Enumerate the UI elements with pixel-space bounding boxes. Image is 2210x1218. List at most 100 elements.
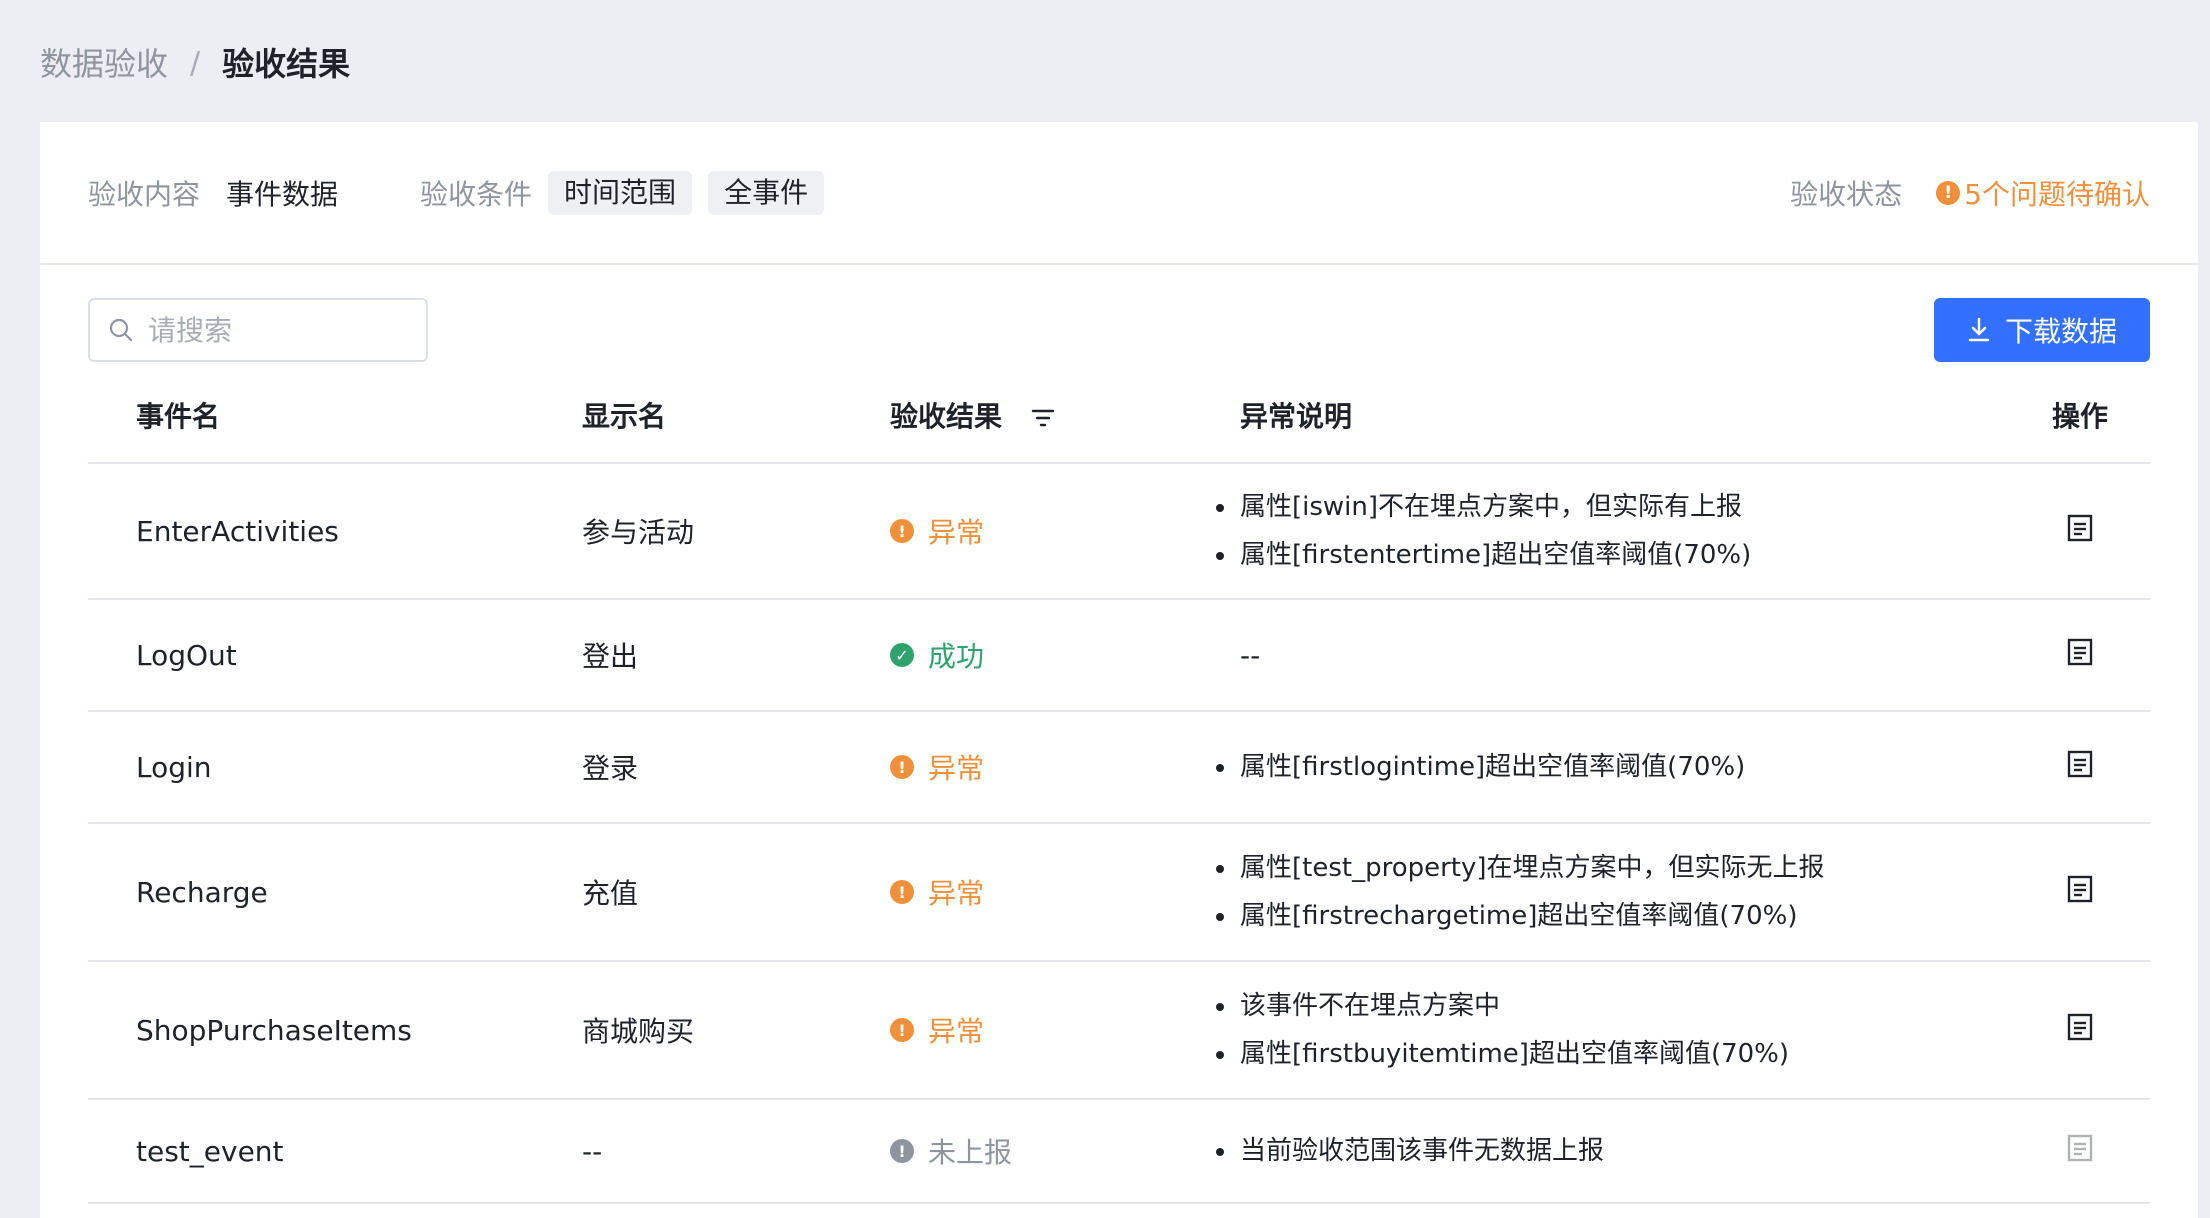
cell-display-name: 登出 [582, 599, 890, 712]
breadcrumb-parent-link[interactable]: 数据验收 [40, 42, 168, 86]
detail-icon[interactable] [2067, 638, 2093, 666]
description-item: 属性[firstentertime]超出空值率阈值(70%) [1216, 531, 2010, 579]
detail-icon [2067, 1134, 2093, 1161]
result-card: 验收内容 事件数据 验收条件 时间范围 全事件 验收状态 ! 5个问题待确认 请… [40, 122, 2198, 1218]
cell-event-name: ShopPurchaseItems [88, 961, 582, 1100]
cell-result: ✓ 成功 [890, 599, 1240, 712]
description-list: 属性[iswin]不在埋点方案中，但实际有上报 属性[firstentertime… [1216, 483, 2010, 579]
status-group: 验收状态 ! 5个问题待确认 [1790, 122, 2150, 263]
description-item: 属性[test_property]在埋点方案中，但实际无上报 [1216, 844, 2010, 892]
warning-icon: ! [890, 1018, 914, 1042]
description-list: 该事件不在埋点方案中 属性[firstbuyitemtime]超出空值率阈值(70… [1216, 982, 2010, 1078]
warning-icon: ! [890, 755, 914, 779]
header-result-label: 验收结果 [890, 399, 1003, 433]
header-event-name: 事件名 [88, 367, 582, 464]
description-list: 属性[firstlogintime]超出空值率阈值(70%) [1216, 743, 2010, 791]
detail-icon[interactable] [2067, 750, 2093, 778]
result-status: ✓ 成功 [890, 635, 1240, 675]
result-label: 异常 [928, 877, 985, 910]
status-value: 5个问题待确认 [1964, 177, 2150, 211]
cell-operation [2010, 463, 2150, 600]
download-data-button[interactable]: 下载数据 [1934, 298, 2150, 362]
result-status: ! 异常 [890, 747, 1240, 787]
detail-icon[interactable] [2067, 1013, 2093, 1041]
search-box[interactable] [88, 298, 428, 362]
description-item: 属性[firstrechargetime]超出空值率阈值(70%) [1216, 892, 2010, 940]
cell-display-name: 登录 [582, 711, 890, 824]
breadcrumb: 数据验收 / 验收结果 [40, 42, 350, 86]
search-icon [109, 318, 133, 342]
info-icon: ! [890, 1139, 914, 1163]
result-label: 异常 [928, 752, 985, 785]
description-item: 当前验收范围该事件无数据上报 [1216, 1127, 2010, 1175]
cell-event-name: Login [88, 711, 582, 824]
cell-description: 属性[firstlogintime]超出空值率阈值(70%) [1216, 711, 2010, 824]
cell-result: ! 异常 [890, 711, 1240, 824]
cell-description: 当前验收范围该事件无数据上报 [1216, 1099, 2010, 1204]
cell-operation [2010, 961, 2150, 1100]
table-row: LogOut 登出 ✓ 成功 -- [88, 599, 2150, 712]
table-row: test_event --! 未上报 当前验收范围该事件无数据上报 [88, 1099, 2150, 1204]
cell-display-name: 商城购买 [582, 961, 890, 1100]
content-value: 事件数据 [226, 177, 339, 211]
result-label: 成功 [928, 640, 985, 673]
cell-operation [2010, 823, 2150, 962]
table-row: EnterActivities 参与活动! 异常 属性[iswin]不在埋点方案中，但… [88, 463, 2150, 600]
condition-tag-time-range: 时间范围 [548, 170, 693, 215]
condition-group: 验收条件 时间范围 全事件 [420, 170, 825, 215]
cell-description: 该事件不在埋点方案中 属性[firstbuyitemtime]超出空值率阈值(70… [1216, 961, 2010, 1100]
cell-operation [2010, 1099, 2150, 1204]
cell-description: 属性[test_property]在埋点方案中，但实际无上报 属性[firstre… [1216, 823, 2010, 962]
cell-event-name: test_event [88, 1099, 582, 1204]
cell-description: -- [1240, 599, 2010, 712]
detail-icon[interactable] [2067, 514, 2093, 542]
download-icon [1968, 317, 1990, 342]
cell-display-name: 充值 [582, 823, 890, 962]
cell-result: ! 异常 [890, 961, 1240, 1100]
header-result: 验收结果 [890, 367, 1240, 464]
description-item: 属性[firstbuyitemtime]超出空值率阈值(70%) [1216, 1030, 2010, 1078]
cell-event-name: Recharge [88, 823, 582, 962]
warning-icon: ! [890, 880, 914, 904]
cell-event-name: LogOut [88, 599, 582, 712]
cell-result: ! 异常 [890, 823, 1240, 962]
result-label: 异常 [928, 516, 985, 549]
header-operation: 操作 [2010, 367, 2150, 464]
result-status: ! 异常 [890, 872, 1240, 912]
result-status: ! 未上报 [890, 1131, 1240, 1171]
cell-description: 属性[iswin]不在埋点方案中，但实际有上报 属性[firstentertime… [1216, 463, 2010, 600]
result-status: ! 异常 [890, 511, 1240, 551]
cell-result: ! 异常 [890, 463, 1240, 600]
table-row: Login 登录! 异常 属性[firstlogintime]超出空值率阈值(70%) [88, 711, 2150, 824]
description-item: 属性[firstlogintime]超出空值率阈值(70%) [1216, 743, 2010, 791]
condition-tag-all-events: 全事件 [708, 170, 825, 215]
cell-operation [2010, 711, 2150, 824]
description-item: 该事件不在埋点方案中 [1216, 982, 2010, 1030]
table-body: EnterActivities 参与活动! 异常 属性[iswin]不在埋点方案中，但… [88, 463, 2150, 1204]
toolbar: 下载数据 [40, 265, 2198, 365]
status-label: 验收状态 [1790, 177, 1903, 211]
condition-label: 验收条件 [420, 177, 533, 211]
status-warning: ! 5个问题待确认 [1936, 173, 2150, 213]
info-bar: 验收内容 事件数据 验收条件 时间范围 全事件 验收状态 ! 5个问题待确认 [40, 122, 2198, 265]
description-empty: -- [1240, 638, 1261, 672]
description-list: 属性[test_property]在埋点方案中，但实际无上报 属性[firstre… [1216, 844, 2010, 940]
cell-event-name: EnterActivities [88, 463, 582, 600]
check-circle-icon: ✓ [890, 643, 914, 667]
search-input[interactable] [148, 313, 388, 347]
result-label: 异常 [928, 1015, 985, 1048]
header-display-name: 显示名 [582, 367, 890, 464]
cell-display-name: 参与活动 [582, 463, 890, 600]
result-table: 事件名 显示名 验收结果 异常说明 操作 EnterActivities 参与活动… [88, 367, 2150, 1204]
download-label: 下载数据 [2004, 315, 2117, 348]
description-item: 属性[iswin]不在埋点方案中，但实际有上报 [1216, 483, 2010, 531]
table-row: Recharge 充值! 异常 属性[test_property]在埋点方案中，但实际… [88, 823, 2150, 962]
header-description: 异常说明 [1240, 367, 2010, 464]
page-title: 验收结果 [222, 45, 351, 83]
table-header-row: 事件名 显示名 验收结果 异常说明 操作 [88, 367, 2150, 464]
result-status: ! 异常 [890, 1010, 1240, 1050]
filter-icon[interactable] [1030, 407, 1056, 429]
cell-operation [2010, 599, 2150, 712]
table-row: ShopPurchaseItems 商城购买! 异常 该事件不在埋点方案中 属性[fir… [88, 961, 2150, 1100]
detail-icon[interactable] [2067, 875, 2093, 903]
